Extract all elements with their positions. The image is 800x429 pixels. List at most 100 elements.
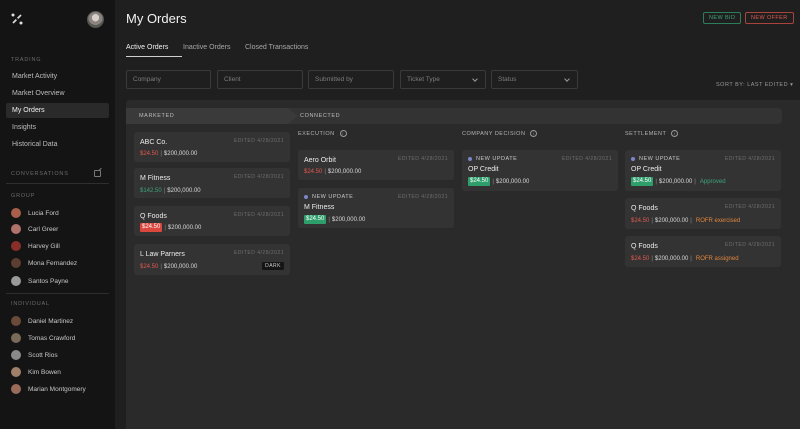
user-avatar[interactable] [87,11,104,28]
price: $24.50 [631,177,654,186]
new-update-label: NEW UPDATE [639,156,681,162]
column-company-decision: COMPANY DECISION i [462,130,538,137]
amount: $200,000.00 [654,217,689,224]
ticket-type-select[interactable]: Ticket Type [400,70,486,89]
edited-date: EDITED 4/28/2021 [398,194,448,200]
price: $24.50 [304,168,323,175]
tab-active-orders[interactable]: Active Orders [126,44,168,51]
order-card[interactable]: EDITED 4/28/2021 M Fitness $142.50 | $200,… [134,168,290,198]
contact-tomas-crawford[interactable]: Tomas Crawford [11,332,75,344]
nav-item-my-orders[interactable]: My Orders [6,103,109,118]
price: $24.50 [631,255,650,262]
company-name: Q Foods [631,243,658,250]
avatar [11,276,21,286]
caret-down-icon: ▾ [790,82,794,88]
order-card[interactable]: EDITED 4/28/2021 Q Foods $24.50 | $200,000… [625,236,781,267]
avatar [11,316,21,326]
info-icon[interactable]: i [530,130,538,137]
section-label-conversations: CONVERSATIONS [11,171,69,177]
contact-name: Marian Montgomery [28,385,86,393]
divider [6,183,109,184]
section-label-group: GROUP [11,193,36,199]
contact-scott-rios[interactable]: Scott Rios [11,349,58,361]
status-text: ROFR exercised [695,217,741,224]
divider [6,293,109,294]
contact-name: Daniel Martinez [28,317,74,325]
section-label-trading: TRADING [11,57,42,63]
avatar [11,333,21,343]
company-name: Q Foods [631,205,658,212]
sort-control[interactable]: SORT BY: LAST EDITED ▾ [716,82,793,88]
sidebar: TRADING Market Activity Market Overview … [0,0,115,429]
company-name: OP Credit [468,166,499,173]
client-filter[interactable]: Client [217,70,303,89]
avatar [11,350,21,360]
update-dot-icon [631,157,635,161]
section-label-individual: INDIVIDUAL [11,301,50,307]
new-update-indicator: NEW UPDATE [468,156,517,162]
edited-date: EDITED 4/28/2021 [234,138,284,144]
tab-inactive-orders[interactable]: Inactive Orders [183,44,230,51]
order-card[interactable]: EDITED 4/28/2021 L Law Parners $24.50 | $2… [134,244,290,275]
contact-lucia-ford[interactable]: Lucia Ford [11,207,59,219]
contact-santos-payne[interactable]: Santos Payne [11,275,68,287]
info-icon[interactable]: i [671,130,679,137]
company-filter[interactable]: Company [126,70,211,89]
column-title: SETTLEMENT [625,130,667,137]
amount: $200,000.00 [495,178,530,185]
order-card[interactable]: EDITED 4/28/2021 Q Foods $24.50 | $200,000… [625,198,781,229]
stage-marketed: MARKETED [126,108,298,124]
order-card[interactable]: NEW UPDATE EDITED 4/28/2021 OP Credit $2… [462,150,618,191]
new-bid-button[interactable]: NEW BID [703,12,742,24]
price-row: $24.50 | $200,000.00 [140,263,198,270]
status-label: Status [498,76,517,83]
contact-marian-montgomery[interactable]: Marian Montgomery [11,383,86,395]
contact-kim-bowen[interactable]: Kim Bowen [11,366,61,378]
edited-date: EDITED 4/28/2021 [725,156,775,162]
company-name: L Law Parners [140,251,185,258]
info-icon[interactable]: i [339,130,347,137]
nav-item-market-overview[interactable]: Market Overview [6,86,109,101]
new-offer-button[interactable]: NEW OFFER [745,12,794,24]
company-name: Aero Orbit [304,157,336,164]
order-card[interactable]: EDITED 4/28/2021 ABC Co. $24.50 | $200,000… [134,132,290,162]
sort-label: SORT BY: LAST EDITED [716,82,789,88]
update-dot-icon [304,195,308,199]
price-row: $24.50 | $200,000.00 | ROFR exercised [631,217,741,224]
avatar [11,367,21,377]
contact-name: Santos Payne [28,277,69,285]
order-card[interactable]: EDITED 4/28/2021 Q Foods $24.50 | $200,000… [134,206,290,236]
tab-closed-transactions[interactable]: Closed Transactions [245,44,308,51]
compose-icon[interactable] [94,170,101,177]
chevron-down-icon [472,76,478,82]
new-update-label: NEW UPDATE [476,156,518,162]
amount: $200,000.00 [658,178,693,185]
column-settlement: SETTLEMENT i [625,130,679,137]
logo-icon[interactable] [10,12,24,26]
company-name: M Fitness [140,175,171,182]
column-title: COMPANY DECISION [462,130,526,137]
nav-item-insights[interactable]: Insights [6,120,109,135]
contact-name: Tomas Crawford [28,334,76,342]
order-card[interactable]: EDITED 4/28/2021 Aero Orbit $24.50 | $200,… [298,150,454,180]
column-title: EXECUTION [298,130,335,137]
edited-date: EDITED 4/28/2021 [398,156,448,162]
contact-name: Mona Fernandez [28,259,78,267]
nav-item-historical-data[interactable]: Historical Data [6,137,109,152]
price: $24.50 [140,150,159,157]
status-select[interactable]: Status [491,70,578,89]
status-text: ROFR assigned [695,255,739,262]
update-dot-icon [468,157,472,161]
edited-date: EDITED 4/28/2021 [725,204,775,210]
contact-mona-fernandez[interactable]: Mona Fernandez [11,257,77,269]
amount: $200,000.00 [163,263,198,270]
contact-harvey-gill[interactable]: Harvey Gill [11,240,60,252]
contact-daniel-martinez[interactable]: Daniel Martinez [11,315,73,327]
contact-carl-greer[interactable]: Carl Greer [11,223,58,235]
order-card[interactable]: NEW UPDATE EDITED 4/28/2021 OP Credit $2… [625,150,781,191]
price: $24.50 [140,223,163,232]
nav-item-market-activity[interactable]: Market Activity [6,69,109,84]
price-row: $24.50 | $200,000.00 [304,168,362,175]
order-card[interactable]: NEW UPDATE EDITED 4/28/2021 M Fitness $2… [298,188,454,228]
submitted-by-filter[interactable]: Submitted by [308,70,394,89]
